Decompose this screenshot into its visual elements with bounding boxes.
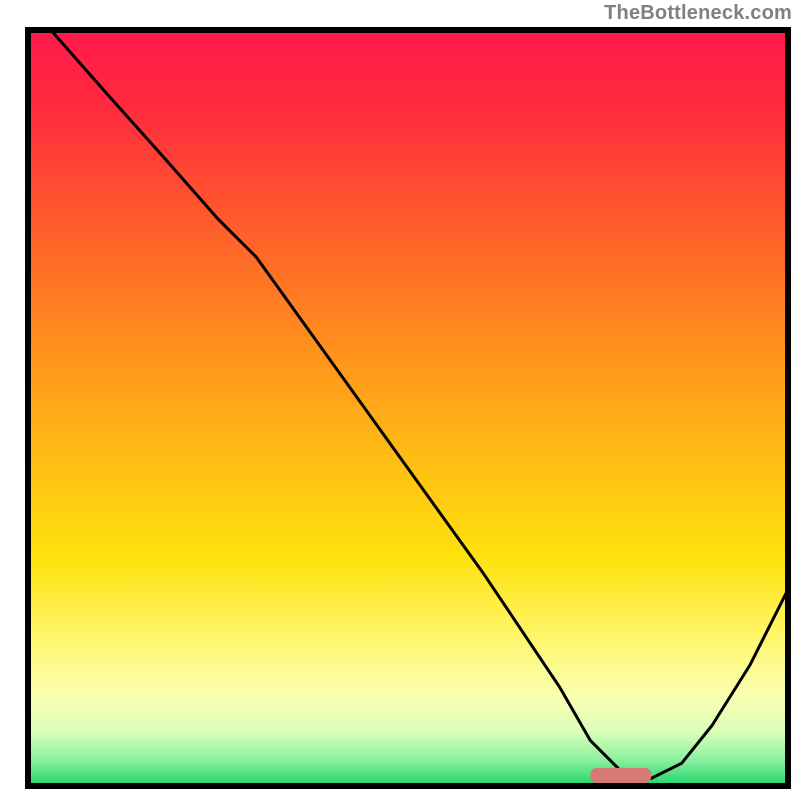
chart-container: TheBottleneck.com (0, 0, 800, 800)
plot-background (28, 30, 788, 786)
watermark-text: TheBottleneck.com (604, 2, 792, 25)
optimum-marker (590, 768, 651, 783)
bottleneck-chart (0, 0, 800, 800)
